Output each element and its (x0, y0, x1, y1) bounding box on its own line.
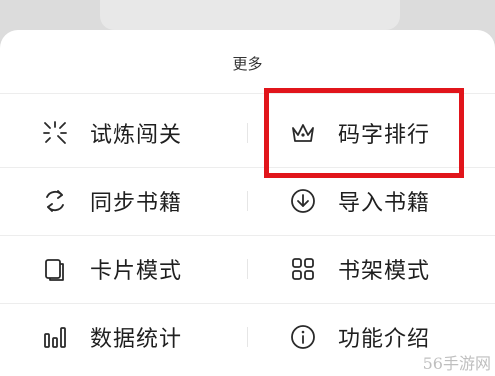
menu-item-sync-books[interactable]: 同步书籍 (0, 167, 247, 235)
menu-item-label: 书架模式 (338, 259, 431, 284)
menu-item-card-mode[interactable]: 卡片模式 (0, 235, 247, 303)
grid-icon (288, 254, 318, 284)
sparkle-icon (40, 118, 70, 148)
menu-item-word-ranking[interactable]: 码字排行 (248, 99, 495, 167)
menu-item-label: 试炼闯关 (90, 123, 183, 148)
menu-item-label: 导入书籍 (338, 191, 431, 216)
menu-item-statistics[interactable]: 数据统计 (0, 303, 247, 371)
sync-icon (40, 186, 70, 216)
background-pill (100, 0, 400, 30)
menu-item-shelf-mode[interactable]: 书架模式 (248, 235, 495, 303)
menu-item-label: 数据统计 (90, 327, 183, 352)
menu-item-import-books[interactable]: 导入书籍 (248, 167, 495, 235)
download-circle-icon (288, 186, 318, 216)
card-icon (40, 254, 70, 284)
menu-item-trial-challenge[interactable]: 试炼闯关 (0, 99, 247, 167)
bar-chart-icon (40, 322, 70, 352)
menu-item-label: 卡片模式 (90, 259, 183, 284)
menu-item-label: 码字排行 (338, 123, 431, 148)
more-sheet: 更多 试炼闯关 码字排行 同步书籍 导入书籍 卡片模式 书架模式 数据统计 功能… (0, 30, 495, 376)
crown-icon (288, 118, 318, 148)
menu-item-label: 功能介绍 (338, 327, 431, 352)
info-icon (288, 322, 318, 352)
divider (0, 93, 495, 94)
watermark: 56手游网 (422, 354, 491, 373)
sheet-title: 更多 (232, 55, 263, 73)
menu-item-label: 同步书籍 (90, 191, 183, 216)
